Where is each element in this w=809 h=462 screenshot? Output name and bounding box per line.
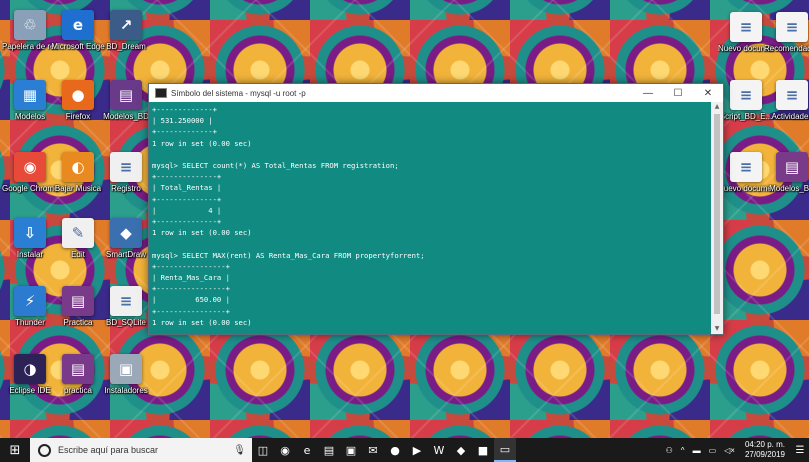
firefox-icon: ●	[62, 80, 94, 110]
smartdraw-icon: ◆	[110, 218, 142, 248]
document-icon: ≡	[110, 152, 142, 182]
cmd-icon	[155, 88, 167, 98]
search-placeholder: Escribe aquí para buscar	[58, 445, 159, 455]
edge-icon[interactable]: e	[296, 438, 318, 462]
winrar-icon: ▤	[62, 354, 94, 384]
people-icon[interactable]: ⚇	[666, 446, 673, 455]
music-app-icon: ◐	[62, 152, 94, 182]
document-icon: ≡	[730, 152, 762, 182]
recycle-bin-icon: ♲	[14, 10, 46, 40]
desktop-icon[interactable]: ▤ Modelos_BD	[764, 152, 809, 194]
clock-date: 27/09/2019	[744, 450, 785, 459]
desktop-icon-label: SmartDraw	[105, 250, 146, 259]
cortana-icon	[38, 443, 51, 457]
document-icon: ≡	[776, 80, 808, 110]
window-titlebar[interactable]: Símbolo del sistema - mysql -u root -p —…	[149, 84, 723, 102]
eclipse-icon: ◑	[14, 354, 46, 384]
desktop-icon[interactable]: ≡ BD_SQLite	[98, 286, 154, 328]
installer-icon: ⇩	[14, 218, 46, 248]
document-icon: ≡	[110, 286, 142, 316]
scroll-down-icon[interactable]: ▼	[711, 324, 723, 334]
desktop-icon-label: Modelos_BD	[769, 184, 809, 193]
clock[interactable]: 04:20 p. m. 27/09/2019	[745, 440, 785, 460]
desktop-icon-label: Recomendaciones	[764, 44, 809, 53]
edge-icon: e	[62, 10, 94, 40]
word-icon[interactable]: W	[428, 438, 450, 462]
desktop-icon[interactable]: ▤ Modelos_BD	[98, 80, 154, 122]
desktop-icon-label: Instaladores	[104, 386, 148, 395]
chrome-icon[interactable]: ◉	[274, 438, 296, 462]
volume-icon[interactable]: ◁×	[724, 446, 735, 455]
document-icon: ≡	[730, 80, 762, 110]
battery-icon[interactable]: ▭	[709, 446, 717, 455]
folder-shortcut-icon: ↗	[110, 10, 142, 40]
winrar-icon: ▤	[776, 152, 808, 182]
desktop-icon-label: Registro	[111, 184, 141, 193]
microphone-icon[interactable]: 🎙	[233, 445, 246, 456]
vertical-scrollbar[interactable]: ▲ ▼	[711, 102, 723, 334]
scroll-up-icon[interactable]: ▲	[711, 102, 723, 112]
minimize-button[interactable]: —	[633, 88, 663, 99]
desktop-icon-label: Actividades	[771, 112, 809, 121]
app-icon: ▦	[14, 80, 46, 110]
console-output[interactable]: +-------------+ | 531.250000 | +--------…	[149, 102, 711, 334]
chrome-icon: ◉	[14, 152, 46, 182]
action-center-icon[interactable]: ☰	[791, 438, 809, 462]
command-prompt-window[interactable]: Símbolo del sistema - mysql -u root -p —…	[148, 83, 724, 335]
thunder-icon: ⚡	[14, 286, 46, 316]
taskbar: ⊞ Escribe aquí para buscar 🎙 ◫ ◉ e ▤ ▣ ✉ ● ▶ W ◆ ■…	[0, 438, 809, 462]
firefox-icon[interactable]: ●	[384, 438, 406, 462]
system-tray: ⚇ ^ ▬ ▭ ◁× 04:20 p. m. 27/09/2019	[662, 440, 791, 460]
desktop-icon-label: BD_SQLite	[105, 318, 147, 327]
store-icon[interactable]: ▣	[340, 438, 362, 462]
taskbar-search-box[interactable]: Escribe aquí para buscar 🎙	[30, 438, 252, 462]
close-button[interactable]: ✕	[693, 88, 723, 99]
media-icon[interactable]: ▶	[406, 438, 428, 462]
windows-start-icon[interactable]: ⊞	[0, 438, 30, 462]
visual-studio-icon[interactable]: ◆	[450, 438, 472, 462]
clock-time: 04:20 p. m.	[744, 440, 785, 449]
edit-icon: ✎	[62, 218, 94, 248]
desktop-icon-label: BD_Dream	[106, 42, 146, 51]
document-icon: ≡	[730, 12, 762, 42]
window-title: Símbolo del sistema - mysql -u root -p	[171, 88, 306, 98]
desktop-icon-label: Modelos_BD	[103, 112, 149, 121]
desktop-icon[interactable]: ▣ Instaladores	[98, 354, 154, 396]
task-view-icon[interactable]: ◫	[252, 438, 274, 462]
show-hidden-icons-icon[interactable]: ^	[681, 446, 685, 455]
desktop-icon[interactable]: ≡ Recomendaciones	[764, 12, 809, 54]
command-prompt-icon[interactable]: ▭	[494, 438, 516, 462]
document-icon: ≡	[776, 12, 808, 42]
winrar-icon: ▤	[110, 80, 142, 110]
maximize-button[interactable]: ☐	[663, 88, 693, 99]
network-icon[interactable]: ▬	[693, 446, 701, 455]
app-icon[interactable]: ■	[472, 438, 494, 462]
desktop-icon[interactable]: ↗ BD_Dream	[98, 10, 154, 52]
scrollbar-thumb[interactable]	[714, 114, 720, 314]
desktop-icon[interactable]: ≡ Actividades	[764, 80, 809, 122]
file-explorer-icon[interactable]: ▤	[318, 438, 340, 462]
desktop-icon[interactable]: ◆ SmartDraw	[98, 218, 154, 260]
mail-icon[interactable]: ✉	[362, 438, 384, 462]
installer-icon: ▣	[110, 354, 142, 384]
winrar-icon: ▤	[62, 286, 94, 316]
desktop-icon[interactable]: ≡ Registro	[98, 152, 154, 194]
